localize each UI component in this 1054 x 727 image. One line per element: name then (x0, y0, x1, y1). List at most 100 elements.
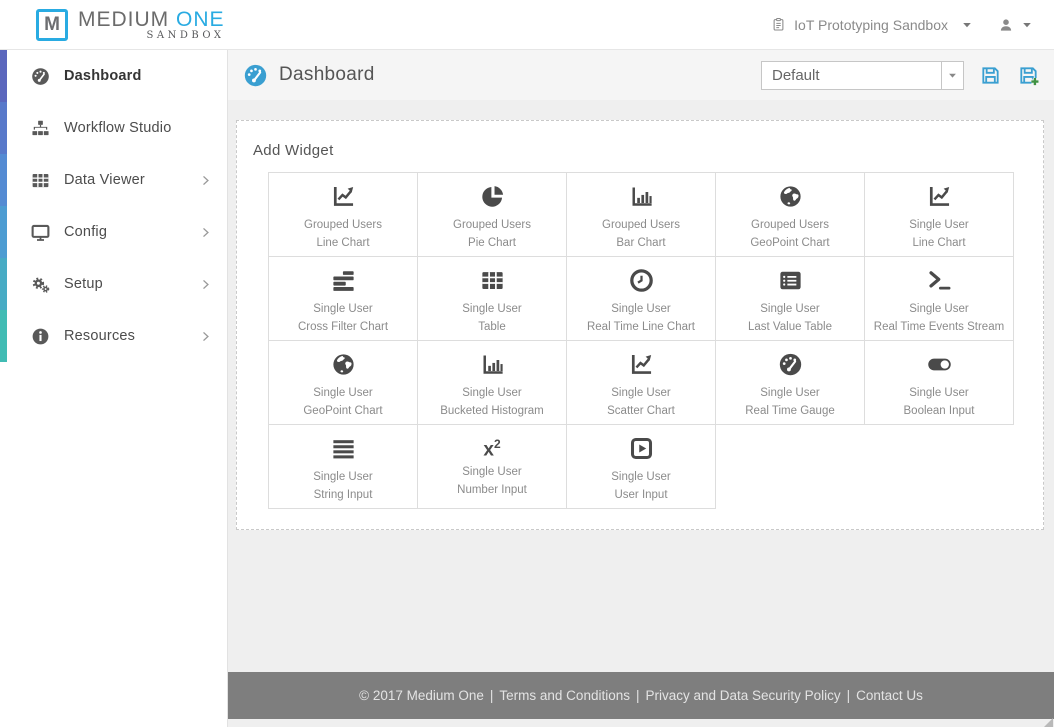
footer-separator: | (635, 688, 640, 703)
dashboard-preset-select[interactable]: Default (761, 60, 964, 90)
widget-line1: Single User (462, 387, 522, 399)
sidebar-item-label: Data Viewer (64, 172, 145, 188)
footer-copyright: © 2017 Medium One (359, 688, 484, 703)
widget-single-user-user-input[interactable]: Single User User Input (567, 425, 716, 509)
sitemap-icon (30, 118, 51, 139)
globe-icon (330, 351, 357, 378)
sandbox-selector[interactable]: IoT Prototyping Sandbox (771, 16, 972, 33)
sidebar-item-label: Config (64, 224, 108, 240)
pie-chart-icon (479, 183, 506, 210)
logo-m-icon: M (36, 8, 68, 41)
widget-single-user-real-time-gauge[interactable]: Single User Real Time Gauge (716, 341, 865, 425)
bar-chart-icon (479, 351, 506, 378)
sidebar-item-label: Resources (64, 328, 136, 344)
sidebar-item-label: Workflow Studio (64, 120, 172, 136)
widget-line2: Boolean Input (903, 404, 975, 417)
logo-subtitle: SANDBOX (146, 29, 225, 41)
widget-line2: String Input (313, 488, 373, 501)
chevron-right-icon (200, 175, 211, 186)
widget-line2: Bucketed Histogram (440, 404, 544, 417)
caret-down-icon (1022, 20, 1032, 30)
resize-grip-icon[interactable] (1044, 718, 1053, 727)
gauge-icon (242, 62, 269, 89)
nav-accent-strip (0, 206, 7, 258)
widget-line1: Grouped Users (602, 219, 680, 231)
widget-single-user-bucketed-histogram[interactable]: Single User Bucketed Histogram (418, 341, 567, 425)
widget-line1: Single User (760, 387, 820, 399)
widget-line1: Single User (909, 303, 969, 315)
widget-line2: Pie Chart (468, 236, 516, 249)
terminal-icon (926, 267, 953, 294)
widget-line1: Single User (611, 387, 671, 399)
widget-line1: Single User (462, 466, 522, 478)
widget-line2: Scatter Chart (607, 404, 675, 417)
sidebar-nav: Dashboard Workflow Studio Data Viewer Co… (0, 50, 228, 727)
sidebar-item-resources[interactable]: Resources (0, 310, 227, 362)
widget-single-user-number-input[interactable]: x2 Single User Number Input (418, 425, 567, 509)
gears-icon (30, 274, 51, 295)
medium-one-logo[interactable]: M MEDIUM ONE SANDBOX (36, 8, 225, 41)
align-justify-icon (330, 435, 357, 462)
widget-single-user-last-value-table[interactable]: Single User Last Value Table (716, 257, 865, 341)
save-dashboard-button[interactable] (979, 64, 1002, 87)
nav-accent-strip (0, 102, 7, 154)
line-chart-icon (926, 183, 953, 210)
widget-line1: Single User (462, 303, 522, 315)
footer: © 2017 Medium One | Terms and Conditions… (228, 672, 1054, 719)
user-menu[interactable] (998, 17, 1032, 33)
sidebar-item-data-viewer[interactable]: Data Viewer (0, 154, 227, 206)
x-squared-icon: x2 (483, 436, 501, 461)
top-bar: M MEDIUM ONE SANDBOX IoT Prototyping San… (0, 0, 1054, 50)
widget-grouped-users-bar-chart[interactable]: Grouped Users Bar Chart (567, 173, 716, 257)
widget-line2: Last Value Table (748, 320, 832, 333)
widget-line1: Single User (313, 471, 373, 483)
widget-line1: Single User (909, 387, 969, 399)
footer-link-privacy[interactable]: Privacy and Data Security Policy (646, 688, 841, 703)
clock-icon (628, 267, 655, 294)
widget-line1: Single User (611, 471, 671, 483)
footer-link-contact[interactable]: Contact Us (856, 688, 923, 703)
cross-filter-icon (330, 267, 357, 294)
widget-single-user-table[interactable]: Single User Table (418, 257, 567, 341)
line-chart-icon (330, 183, 357, 210)
widget-line2: Line Chart (912, 236, 966, 249)
widget-line2: Bar Chart (616, 236, 666, 249)
widget-line1: Grouped Users (304, 219, 382, 231)
sidebar-item-label: Setup (64, 276, 103, 292)
clipboard-icon (771, 16, 786, 33)
widget-single-user-scatter-chart[interactable]: Single User Scatter Chart (567, 341, 716, 425)
widget-grouped-users-pie-chart[interactable]: Grouped Users Pie Chart (418, 173, 567, 257)
info-icon (30, 326, 51, 347)
widget-grouped-users-geopoint-chart[interactable]: Grouped Users GeoPoint Chart (716, 173, 865, 257)
footer-separator: | (846, 688, 851, 703)
sidebar-item-config[interactable]: Config (0, 206, 227, 258)
list-table-icon (777, 267, 804, 294)
widget-line1: Grouped Users (751, 219, 829, 231)
sidebar-item-dashboard[interactable]: Dashboard (0, 50, 227, 102)
panel-title: Add Widget (253, 142, 334, 159)
page-header: Dashboard Default (228, 50, 1054, 100)
nav-accent-strip (0, 258, 7, 310)
widget-grouped-users-line-chart[interactable]: Grouped Users Line Chart (269, 173, 418, 257)
sidebar-item-setup[interactable]: Setup (0, 258, 227, 310)
widget-single-user-line-chart[interactable]: Single User Line Chart (865, 173, 1014, 257)
sidebar-item-workflow-studio[interactable]: Workflow Studio (0, 102, 227, 154)
widget-single-user-real-time-events-stream[interactable]: Single User Real Time Events Stream (865, 257, 1014, 341)
widget-line1: Single User (313, 387, 373, 399)
chevron-right-icon (200, 279, 211, 290)
nav-accent-strip (0, 310, 7, 362)
sidebar-item-label: Dashboard (64, 68, 142, 84)
gauge-icon (30, 66, 51, 87)
widget-line1: Single User (909, 219, 969, 231)
widget-single-user-real-time-line-chart[interactable]: Single User Real Time Line Chart (567, 257, 716, 341)
widget-single-user-boolean-input[interactable]: Single User Boolean Input (865, 341, 1014, 425)
widget-single-user-string-input[interactable]: Single User String Input (269, 425, 418, 509)
widget-line2: Real Time Line Chart (586, 320, 696, 333)
nav-accent-strip (0, 154, 7, 206)
widget-single-user-cross-filter-chart[interactable]: Single User Cross Filter Chart (269, 257, 418, 341)
widget-line1: Grouped Users (453, 219, 531, 231)
footer-link-terms[interactable]: Terms and Conditions (499, 688, 630, 703)
widget-single-user-geopoint-chart[interactable]: Single User GeoPoint Chart (269, 341, 418, 425)
save-as-new-dashboard-button[interactable] (1017, 64, 1040, 87)
widget-line1: Single User (611, 303, 671, 315)
